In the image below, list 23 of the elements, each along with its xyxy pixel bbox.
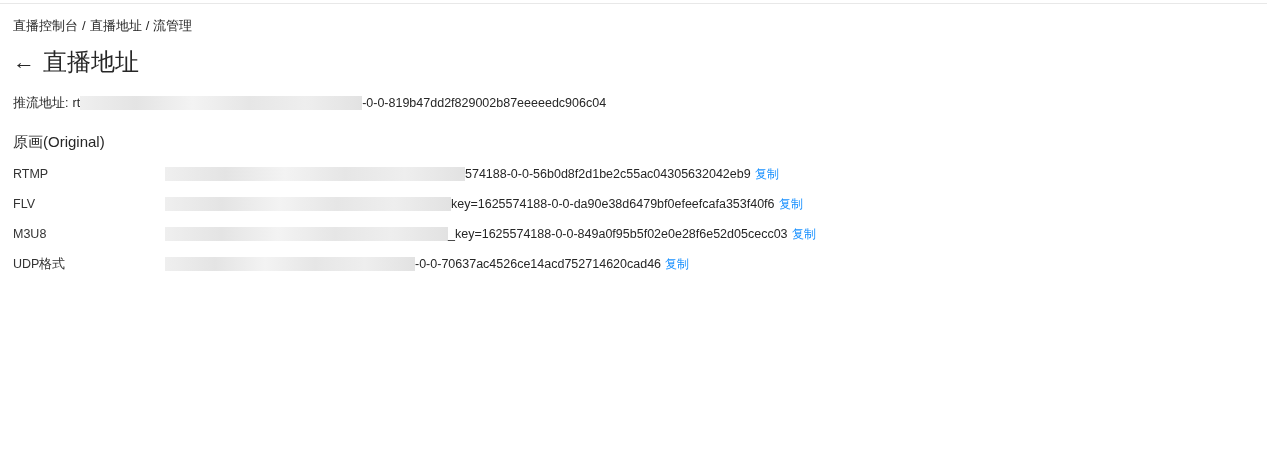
copy-link[interactable]: 复制: [778, 195, 803, 213]
protocol-label: M3U8: [13, 227, 48, 241]
stream-url: key=1625574188-0-0-da90e38d6479bf0efeefcafa353f40f6: [451, 197, 775, 211]
breadcrumb-item: 流管理: [153, 16, 193, 35]
protocol-label: RTMP: [13, 167, 50, 181]
push-url-start: rt: [72, 96, 81, 110]
copy-link[interactable]: 复制: [665, 255, 690, 273]
breadcrumb-separator: /: [82, 18, 86, 33]
copy-link[interactable]: 复制: [791, 225, 816, 243]
copy-link[interactable]: 复制: [754, 165, 779, 183]
protocol-label: UDP格式: [13, 255, 67, 273]
stream-url: _key=1625574188-0-0-849a0f95b5f02e0e28f6e52d05cecc03: [448, 227, 788, 241]
breadcrumb-separator: /: [145, 18, 150, 33]
push-url-label: 推流地址:: [13, 94, 69, 112]
back-arrow-icon[interactable]: ←: [13, 49, 35, 75]
breadcrumb-item[interactable]: 直播地址: [89, 16, 142, 35]
stream-url: 574188-0-0-56b0d8f2d1be2c55ac04305632042eb9: [465, 167, 751, 181]
section-title: 原画(Original): [13, 133, 105, 150]
page-title: 直播地址: [43, 47, 139, 77]
protocol-label: FLV: [13, 197, 36, 211]
breadcrumb-item[interactable]: 直播控制台: [13, 16, 78, 35]
stream-url: -0-0-70637ac4526ce14acd752714620cad46: [415, 257, 662, 271]
push-url-end: -0-0-819b47dd2f829002b87eeeeedc906c04: [362, 96, 607, 110]
